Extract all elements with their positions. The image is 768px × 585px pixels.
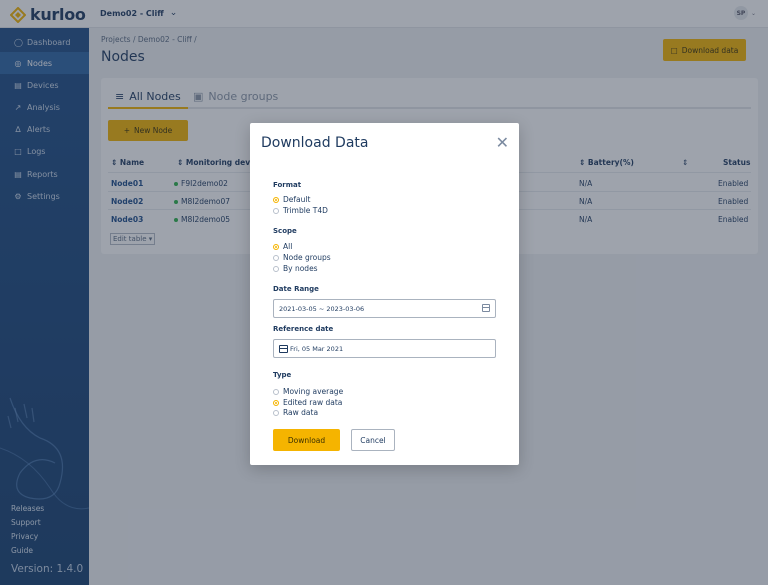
radio-selected-icon — [273, 196, 279, 203]
reference-date-label: Reference date — [273, 325, 334, 333]
date-range-input[interactable]: 2021-03-05 ~ 2023-03-06 — [273, 299, 496, 318]
type-option-raw-data[interactable]: Raw data — [273, 408, 318, 417]
scope-option-by-nodes[interactable]: By nodes — [273, 264, 318, 273]
reference-date-input[interactable]: Fri, 05 Mar 2021 — [273, 339, 496, 358]
scope-label: Scope — [273, 227, 297, 235]
type-label: Type — [273, 371, 292, 379]
download-data-dialog: Download Data ✕ Format Default Trimble T… — [250, 123, 519, 465]
calendar-icon[interactable] — [482, 304, 490, 312]
scope-option-node-groups[interactable]: Node groups — [273, 253, 331, 262]
date-range-label: Date Range — [273, 285, 319, 293]
cancel-button[interactable]: Cancel — [351, 429, 395, 451]
dialog-title: Download Data — [261, 135, 369, 151]
reference-date-value: Fri, 05 Mar 2021 — [290, 344, 344, 353]
radio-selected-icon — [273, 399, 279, 406]
format-option-trimble[interactable]: Trimble T4D — [273, 206, 328, 215]
date-range-value: 2021-03-05 ~ 2023-03-06 — [279, 304, 365, 313]
radio-selected-icon — [273, 243, 279, 250]
download-button[interactable]: Download — [273, 429, 340, 451]
radio-icon — [273, 409, 279, 416]
type-option-edited-raw-data[interactable]: Edited raw data — [273, 398, 342, 407]
type-option-moving-average[interactable]: Moving average — [273, 387, 343, 396]
close-icon[interactable]: ✕ — [496, 135, 509, 151]
format-option-default[interactable]: Default — [273, 195, 310, 204]
radio-icon — [273, 254, 279, 261]
radio-icon — [273, 388, 279, 395]
radio-icon — [273, 207, 279, 214]
calendar-icon — [279, 344, 288, 353]
format-label: Format — [273, 181, 302, 189]
scope-option-all[interactable]: All — [273, 242, 292, 251]
radio-icon — [273, 265, 279, 272]
